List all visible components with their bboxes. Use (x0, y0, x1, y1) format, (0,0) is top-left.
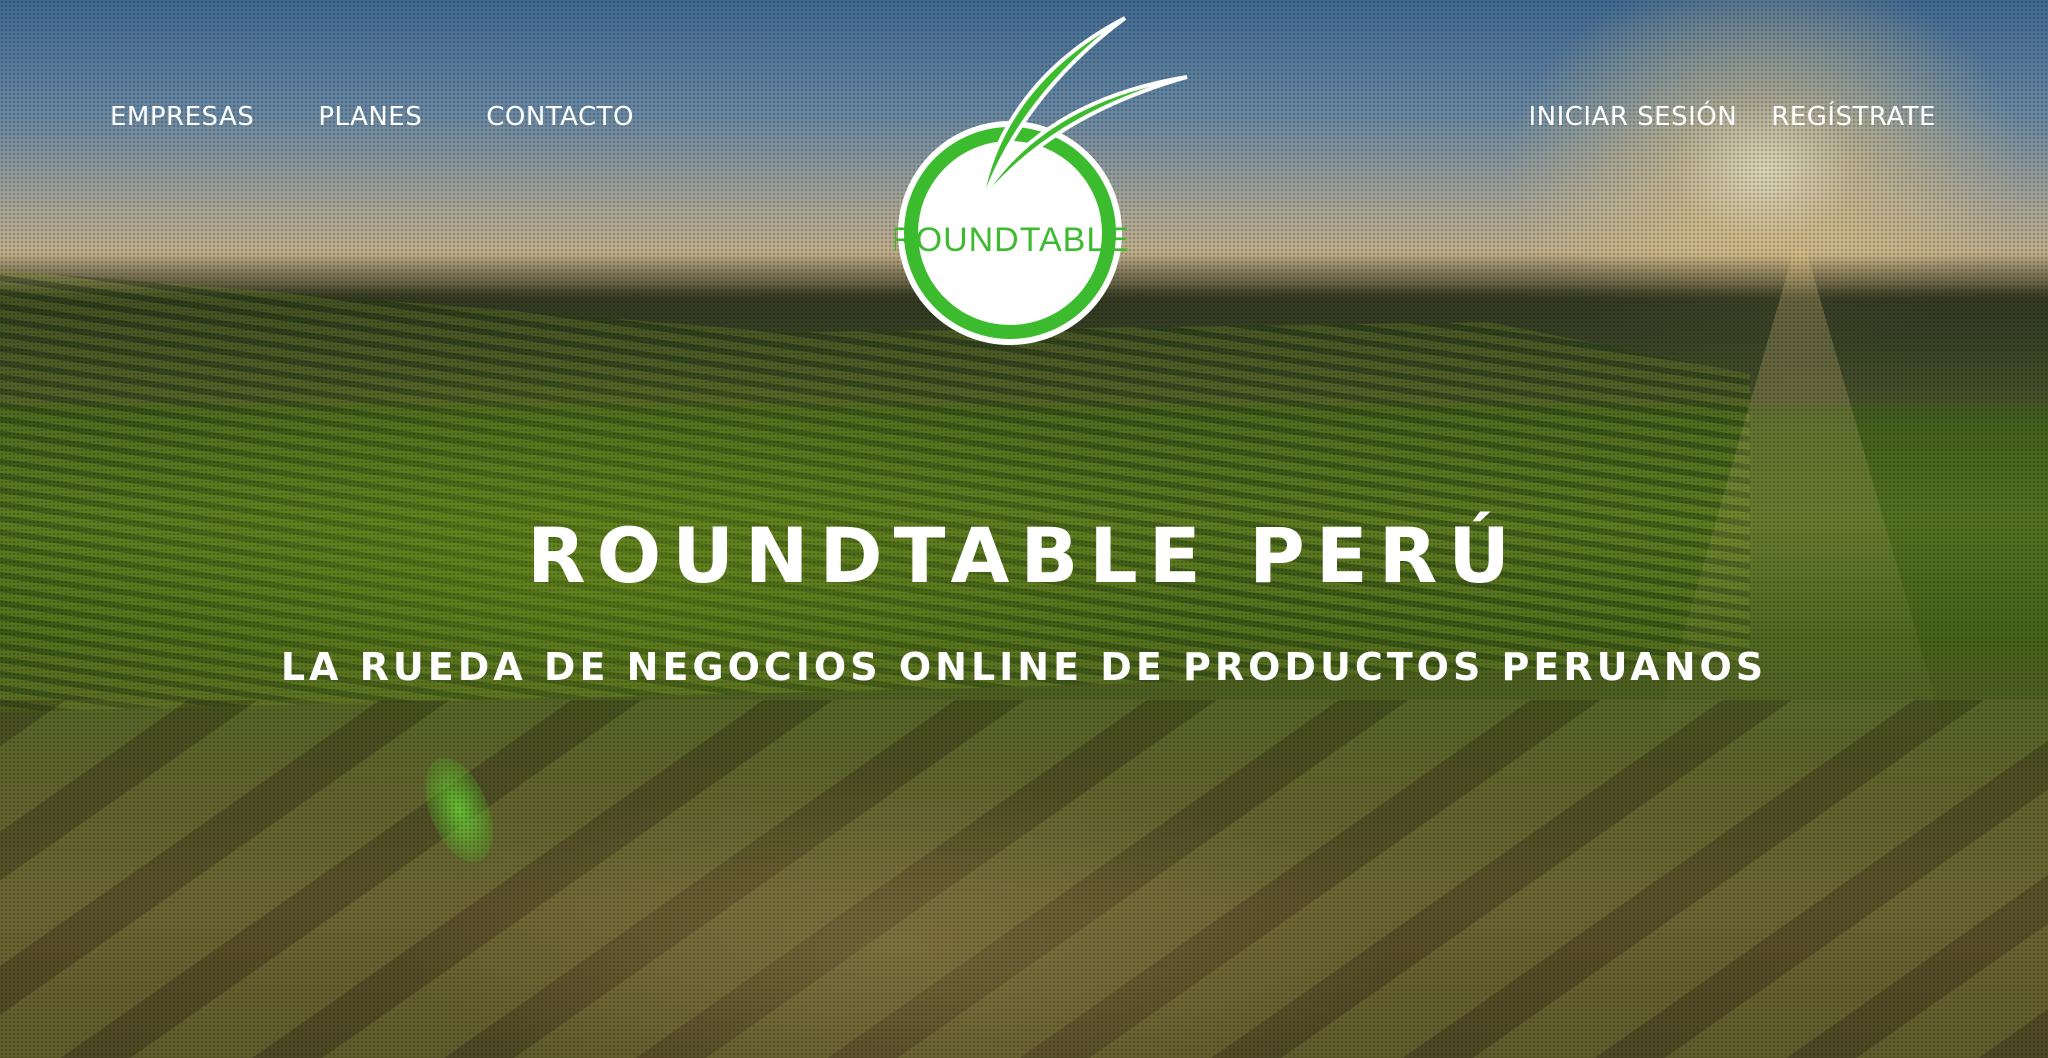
nav-link-contacto[interactable]: CONTACTO (486, 102, 634, 132)
hero-section: EMPRESAS PLANES CONTACTO INICIAR SESIÓN … (0, 0, 2048, 1058)
register-link[interactable]: REGÍSTRATE (1771, 102, 1936, 132)
account-nav: INICIAR SESIÓN REGÍSTRATE (1528, 102, 1936, 132)
roundtable-logo[interactable]: ROUNDTABLE (890, 15, 1195, 350)
hero-title: ROUNDTABLE PERÚ (527, 511, 1521, 600)
logo-graphic: ROUNDTABLE (890, 16, 1188, 345)
nav-link-planes[interactable]: PLANES (318, 102, 422, 132)
hero-subtitle: LA RUEDA DE NEGOCIOS ONLINE DE PRODUCTOS… (280, 645, 1768, 689)
logo-text: ROUNDTABLE (895, 221, 1130, 259)
nav-link-empresas[interactable]: EMPRESAS (110, 102, 254, 132)
login-link[interactable]: INICIAR SESIÓN (1528, 102, 1737, 132)
main-nav: EMPRESAS PLANES CONTACTO (110, 102, 634, 132)
